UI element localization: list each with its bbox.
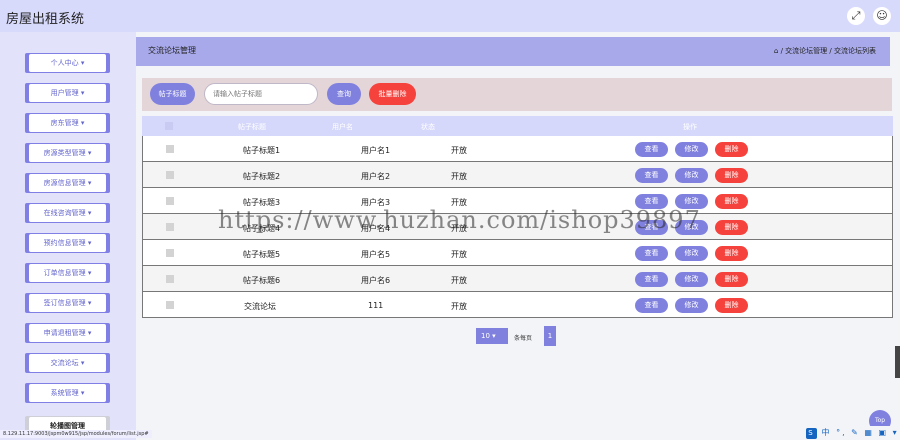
row-title: 帖子标题5	[243, 250, 281, 259]
sidebar-item-label: 房源信息管理 ▾	[29, 174, 106, 192]
edit-button[interactable]: 修改	[675, 142, 708, 157]
row-title: 交流论坛	[244, 302, 276, 311]
search-label-button[interactable]: 帖子标题	[150, 83, 195, 105]
batch-delete-button[interactable]: 批量删除	[369, 83, 416, 105]
row-user: 用户名6	[361, 276, 391, 285]
delete-button[interactable]: 删除	[715, 194, 748, 209]
row-status: 开放	[451, 276, 467, 285]
sidebar-item-label: 订单信息管理 ▾	[29, 264, 106, 282]
sidebar-item-label: 交流论坛 ▾	[29, 354, 106, 372]
edit-button[interactable]: 修改	[675, 246, 708, 261]
watermark: https://www.huzhan.com/ishop39897	[218, 206, 701, 234]
column-header: 操作	[683, 123, 697, 131]
row-title: 帖子标题1	[243, 146, 281, 155]
delete-button[interactable]: 删除	[715, 168, 748, 183]
ime-tray-text: 中 °, ✎ ▦ ▣ ▾ ▦	[821, 428, 899, 437]
row-status: 开放	[451, 146, 467, 155]
sidebar-item-system[interactable]: 系统管理 ▾	[25, 383, 110, 403]
sidebar-item-label: 系统管理 ▾	[29, 384, 106, 402]
row-status: 开放	[451, 302, 467, 311]
breadcrumb-path: / 交流论坛管理 / 交流论坛列表	[780, 47, 876, 55]
delete-button[interactable]: 删除	[715, 272, 748, 287]
query-button[interactable]: 查询	[327, 83, 361, 105]
sidebar-item-landlords[interactable]: 房东管理 ▾	[25, 113, 110, 133]
page-header: 交流论坛管理 ⌂ / 交流论坛管理 / 交流论坛列表	[136, 37, 890, 66]
row-checkbox[interactable]	[166, 197, 174, 205]
row-checkbox[interactable]	[166, 249, 174, 257]
row-checkbox[interactable]	[166, 145, 174, 153]
row-user: 用户名5	[361, 250, 391, 259]
view-button[interactable]: 查看	[635, 246, 668, 261]
column-header: 帖子标题	[238, 123, 266, 131]
app-title: 房屋出租系统	[6, 12, 85, 27]
main-content: 交流论坛管理 ⌂ / 交流论坛管理 / 交流论坛列表 帖子标题 查询 批量删除 …	[136, 32, 900, 440]
view-button[interactable]: 查看	[635, 298, 668, 313]
table-row: 帖子标题1 用户名1 开放 查看 修改 删除	[142, 136, 893, 162]
row-checkbox[interactable]	[166, 223, 174, 231]
sidebar-item-label: 申请退租管理 ▾	[29, 324, 106, 342]
page-title: 交流论坛管理	[148, 46, 196, 55]
column-header: 状态	[421, 123, 435, 131]
status-url: 8.129.11.17:9003/jspm0w915/jsp/modules/f…	[0, 430, 152, 438]
row-title: 帖子标题6	[243, 276, 281, 285]
table-header: 帖子标题 用户名 状态 操作	[142, 116, 893, 136]
ime-logo-icon[interactable]: S	[806, 428, 817, 439]
delete-button[interactable]: 删除	[715, 220, 748, 235]
row-title: 帖子标题2	[243, 172, 281, 181]
delete-button[interactable]: 删除	[715, 142, 748, 157]
row-user: 111	[368, 301, 384, 310]
select-all-checkbox[interactable]	[165, 122, 173, 130]
row-checkbox[interactable]	[166, 275, 174, 283]
sidebar-item-house-info[interactable]: 房源信息管理 ▾	[25, 173, 110, 193]
sidebar-item-orders[interactable]: 订单信息管理 ▾	[25, 263, 110, 283]
sidebar-item-appointments[interactable]: 预约信息管理 ▾	[25, 233, 110, 253]
breadcrumb: ⌂ / 交流论坛管理 / 交流论坛列表	[774, 46, 876, 56]
sidebar-item-label: 用户管理 ▾	[29, 84, 106, 102]
sidebar-item-label: 个人中心 ▾	[29, 54, 106, 72]
sidebar-item-house-types[interactable]: 房源类型管理 ▾	[25, 143, 110, 163]
edit-button[interactable]: 修改	[675, 272, 708, 287]
row-checkbox[interactable]	[166, 301, 174, 309]
table-row: 交流论坛 111 开放 查看 修改 删除	[142, 292, 893, 318]
sidebar-item-users[interactable]: 用户管理 ▾	[25, 83, 110, 103]
table-row: 帖子标题5 用户名5 开放 查看 修改 删除	[142, 240, 893, 266]
row-user: 用户名2	[361, 172, 391, 181]
edit-button[interactable]: 修改	[675, 298, 708, 313]
sidebar-item-personal-center[interactable]: 个人中心 ▾	[25, 53, 110, 73]
table-row: 帖子标题6 用户名6 开放 查看 修改 删除	[142, 266, 893, 292]
sidebar-item-forum[interactable]: 交流论坛 ▾	[25, 353, 110, 373]
page-number-button[interactable]: 1	[544, 326, 556, 346]
row-checkbox[interactable]	[166, 171, 174, 179]
home-icon[interactable]: ⌂	[774, 47, 778, 55]
sidebar-item-label: 签订信息管理 ▾	[29, 294, 106, 312]
sidebar: 个人中心 ▾ 用户管理 ▾ 房东管理 ▾ 房源类型管理 ▾ 房源信息管理 ▾ 在…	[0, 32, 136, 440]
sidebar-item-label: 在线咨询管理 ▾	[29, 204, 106, 222]
edit-button[interactable]: 修改	[675, 168, 708, 183]
column-header: 用户名	[332, 123, 353, 131]
row-status: 开放	[451, 172, 467, 181]
ime-toolbar: S 中 °, ✎ ▦ ▣ ▾ ▦	[806, 426, 900, 440]
sidebar-item-label: 房东管理 ▾	[29, 114, 106, 132]
view-button[interactable]: 查看	[635, 142, 668, 157]
search-bar: 帖子标题 查询 批量删除	[142, 78, 892, 111]
top-header: 房屋出租系统 ⤢ ☺	[0, 0, 900, 32]
search-input[interactable]	[204, 83, 318, 105]
row-user: 用户名1	[361, 146, 391, 155]
view-button[interactable]: 查看	[635, 272, 668, 287]
sidebar-item-label: 房源类型管理 ▾	[29, 144, 106, 162]
sidebar-item-consulting[interactable]: 在线咨询管理 ▾	[25, 203, 110, 223]
table-row: 帖子标题2 用户名2 开放 查看 修改 删除	[142, 162, 893, 188]
user-icon[interactable]: ☺	[873, 7, 891, 25]
row-status: 开放	[451, 250, 467, 259]
delete-button[interactable]: 删除	[715, 298, 748, 313]
page-size-label: 条每页	[514, 335, 533, 342]
page-size-select[interactable]: 10 ▾	[476, 328, 508, 344]
sidebar-item-label: 预约信息管理 ▾	[29, 234, 106, 252]
delete-button[interactable]: 删除	[715, 246, 748, 261]
sidebar-item-refunds[interactable]: 申请退租管理 ▾	[25, 323, 110, 343]
side-handle[interactable]	[895, 346, 900, 378]
view-button[interactable]: 查看	[635, 168, 668, 183]
fullscreen-icon[interactable]: ⤢	[847, 7, 865, 25]
sidebar-item-contracts[interactable]: 签订信息管理 ▾	[25, 293, 110, 313]
